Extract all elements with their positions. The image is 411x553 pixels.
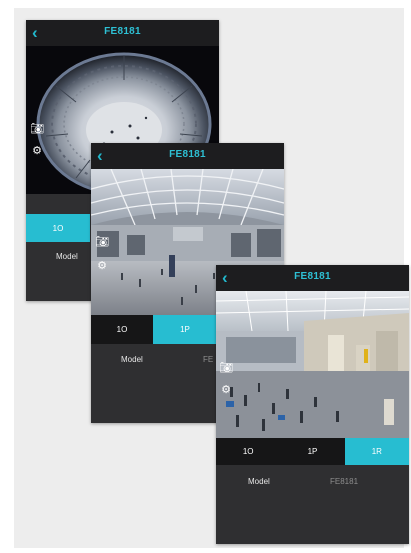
tab-1o[interactable]: 1O	[91, 315, 153, 344]
view-mode-tabs: 1O 1P 1R	[216, 438, 409, 465]
app-header: ‹ FE8181	[91, 143, 284, 169]
model-value: FE	[203, 355, 214, 364]
app-screen-regional: ‹ FE8181 📷︎ ⚙︎ 1O 1P 1R Model FE8181	[216, 265, 409, 544]
settings-gear-icon[interactable]: ⚙︎	[95, 259, 109, 273]
camera-title: FE8181	[294, 271, 331, 282]
model-label: Model	[121, 355, 143, 364]
tab-1p[interactable]: 1P	[280, 438, 345, 465]
model-label: Model	[56, 252, 78, 261]
camera-title: FE8181	[169, 149, 206, 160]
camera-title: FE8181	[104, 26, 141, 37]
regional-video-view[interactable]: 📷︎ ⚙︎	[216, 291, 409, 438]
tab-1r[interactable]: 1R	[344, 438, 409, 465]
settings-gear-icon[interactable]: ⚙︎	[30, 144, 44, 158]
model-row: Model FE8181	[216, 477, 409, 497]
camera-icon[interactable]: 📷︎	[95, 235, 109, 249]
settings-gear-icon[interactable]: ⚙︎	[219, 383, 233, 397]
tab-1o[interactable]: 1O	[216, 438, 281, 465]
model-label: Model	[248, 477, 270, 486]
app-header: ‹ FE8181	[216, 265, 409, 291]
tab-1o[interactable]: 1O	[26, 214, 90, 242]
app-header: ‹ FE8181	[26, 20, 219, 46]
camera-icon[interactable]: 📷︎	[30, 122, 44, 136]
tab-1p[interactable]: 1P	[153, 315, 217, 344]
camera-icon[interactable]: 📷︎	[219, 361, 233, 375]
model-value: FE8181	[330, 477, 359, 486]
